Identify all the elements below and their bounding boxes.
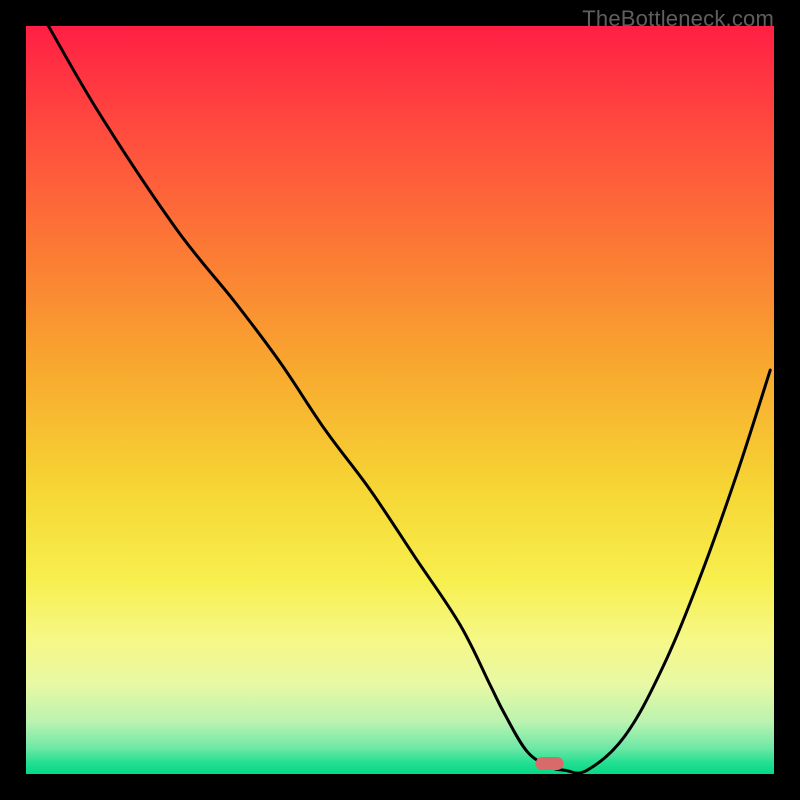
gradient-background	[26, 26, 774, 774]
chart-svg	[26, 26, 774, 774]
optimum-marker	[536, 757, 564, 770]
bottleneck-chart	[26, 26, 774, 774]
